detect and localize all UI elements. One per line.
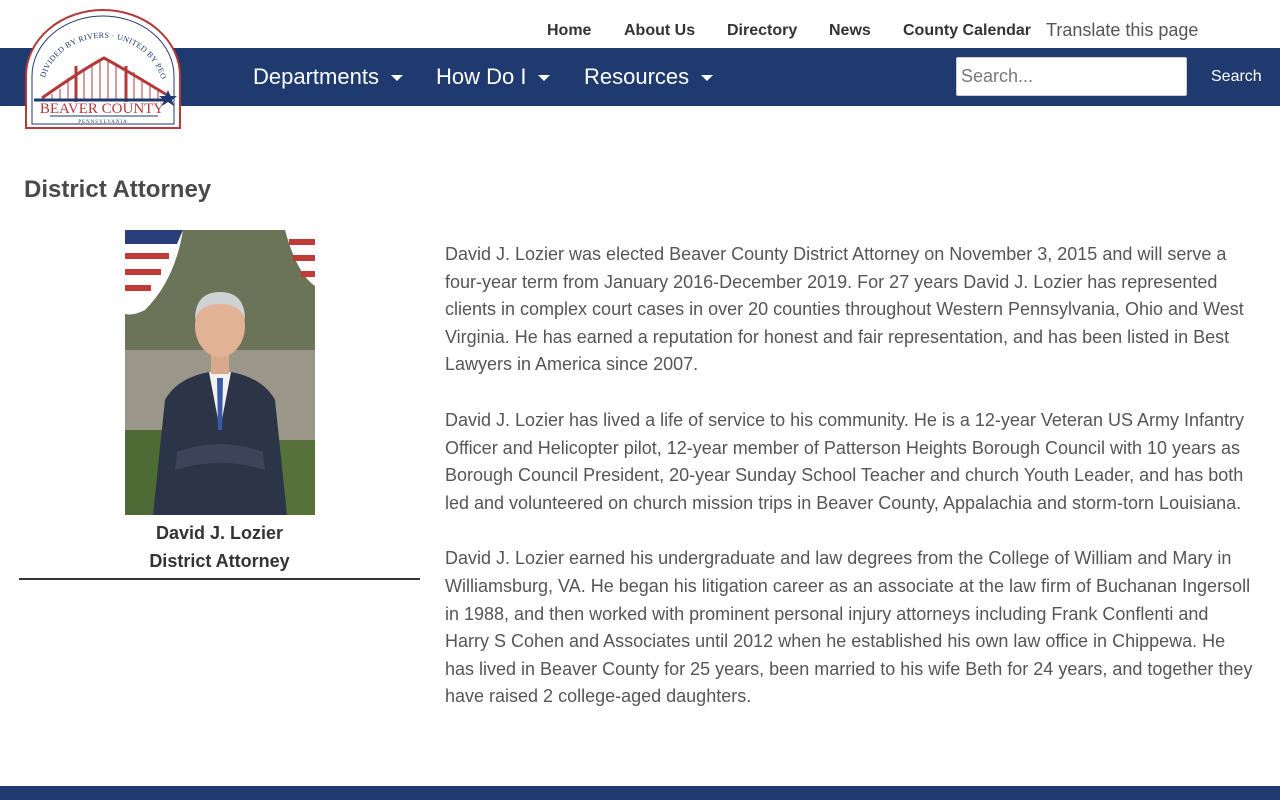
biography: David J. Lozier was elected Beaver Count…	[445, 241, 1257, 739]
nav-dropdown-resources[interactable]: Resources	[584, 64, 714, 90]
nav-dropdown-label: Resources	[584, 64, 690, 89]
footer-bar	[0, 786, 1280, 800]
nav-link-about-us[interactable]: About Us	[624, 22, 695, 40]
nav-link-county-calendar[interactable]: County Calendar	[903, 22, 1031, 40]
portrait-photo	[124, 230, 315, 515]
bio-paragraph: David J. Lozier was elected Beaver Count…	[445, 244, 1244, 375]
main-nav: Departments How Do I Resources Search	[0, 48, 1280, 106]
caret-down-icon	[538, 75, 551, 81]
nav-link-directory[interactable]: Directory	[727, 22, 797, 40]
nav-dropdown-departments[interactable]: Departments	[253, 64, 403, 90]
logo-seal-icon: DIVIDED BY RIVERS · UNITED BY PEOPLE BEA…	[19, 0, 181, 129]
profile-card: David J. Lozier District Attorney	[19, 230, 420, 580]
svg-text:BEAVER COUNTY: BEAVER COUNTY	[40, 101, 164, 117]
nav-link-news[interactable]: News	[829, 22, 871, 40]
caret-down-icon	[701, 75, 714, 81]
svg-text:PENNSYLVANIA: PENNSYLVANIA	[78, 120, 128, 125]
search-button[interactable]: Search	[1196, 57, 1278, 96]
beaver-county-logo[interactable]: DIVIDED BY RIVERS · UNITED BY PEOPLE BEA…	[19, 0, 184, 132]
portrait-image-icon	[124, 230, 315, 515]
search-input[interactable]	[956, 57, 1187, 96]
bio-paragraph: David J. Lozier earned his undergraduate…	[445, 548, 1253, 707]
nav-dropdown-label: Departments	[253, 64, 379, 89]
utility-bar: Home About Us Directory News County Cale…	[0, 0, 1280, 48]
nav-dropdown-how-do-i[interactable]: How Do I	[436, 64, 551, 90]
nav-link-home[interactable]: Home	[547, 22, 591, 40]
profile-name: David J. Lozier	[155, 523, 284, 543]
profile-role: District Attorney	[149, 551, 290, 571]
nav-dropdown-label: How Do I	[436, 64, 527, 89]
bio-paragraph: David J. Lozier has lived a life of serv…	[445, 409, 1244, 513]
profile-divider	[19, 578, 420, 580]
caret-down-icon	[390, 75, 403, 81]
translate-page-link[interactable]: Translate this page	[1046, 20, 1198, 41]
page-title: District Attorney	[24, 176, 212, 203]
